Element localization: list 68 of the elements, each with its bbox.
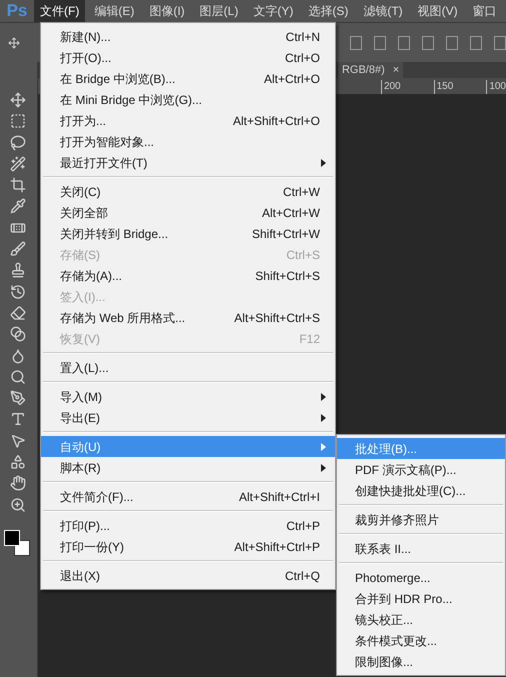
- menu-item[interactable]: 退出(X) Ctrl+Q: [41, 565, 335, 586]
- submenu-arrow-icon: [321, 414, 326, 422]
- ruler-mark: 150: [434, 80, 454, 94]
- menu-item[interactable]: 置入(L)...: [41, 357, 335, 378]
- menu-title[interactable]: 文字(Y): [247, 0, 300, 22]
- menu-item[interactable]: 打开(O)... Ctrl+O: [41, 47, 335, 68]
- menu-item[interactable]: Photomerge...: [337, 567, 505, 588]
- menu-item[interactable]: 新建(N)... Ctrl+N: [41, 26, 335, 47]
- menu-item[interactable]: 限制图像...: [337, 651, 505, 672]
- close-tab-button[interactable]: ×: [392, 62, 400, 78]
- menu-title[interactable]: 选择(S): [302, 0, 354, 22]
- move-tool-icon[interactable]: [10, 92, 26, 108]
- menu-item[interactable]: 打印一份(Y) Alt+Shift+Ctrl+P: [41, 536, 335, 557]
- document-tab[interactable]: RGB/8#) ×: [338, 62, 404, 78]
- menu-item[interactable]: 导出(E): [41, 407, 335, 428]
- menu-item[interactable]: 条件模式更改...: [337, 630, 505, 651]
- menu-item[interactable]: 文件简介(F)... Alt+Shift+Ctrl+I: [41, 486, 335, 507]
- color-swatches-icon[interactable]: [4, 530, 32, 558]
- pen-tool-icon[interactable]: [10, 390, 26, 406]
- menu-title[interactable]: 视图(V): [412, 0, 464, 22]
- menu-item[interactable]: 裁剪并修齐照片: [337, 509, 505, 530]
- menu-item[interactable]: 脚本(R): [41, 457, 335, 478]
- menu-item[interactable]: 存储为 Web 所用格式... Alt+Shift+Ctrl+S: [41, 307, 335, 328]
- stamp-tool-icon[interactable]: [10, 262, 26, 278]
- menu-item[interactable]: 在 Bridge 中浏览(B)... Alt+Ctrl+O: [41, 68, 335, 89]
- zoom-tool-icon[interactable]: [10, 496, 26, 513]
- menu-item[interactable]: 关闭全部 Alt+Ctrl+W: [41, 202, 335, 223]
- menu-title[interactable]: 滤镜(T): [357, 0, 409, 22]
- move-tool-icon[interactable]: [8, 34, 20, 50]
- menu-title[interactable]: 窗口: [466, 0, 503, 22]
- menu-item[interactable]: 联系表 II...: [337, 538, 505, 559]
- menu-item[interactable]: 关闭(C) Ctrl+W: [41, 181, 335, 202]
- menu-item[interactable]: 创建快捷批处理(C)...: [337, 480, 505, 501]
- submenu-arrow-icon: [321, 158, 326, 166]
- menu-item[interactable]: 导入(M): [41, 386, 335, 407]
- menu-item[interactable]: 存储为(A)... Shift+Ctrl+S: [41, 265, 335, 286]
- menu-item[interactable]: 关闭并转到 Bridge... Shift+Ctrl+W: [41, 223, 335, 244]
- submenu-arrow-icon: [321, 464, 326, 472]
- wand-tool-icon[interactable]: [10, 156, 26, 172]
- document-title: RGB/8#): [342, 62, 385, 78]
- menu-title[interactable]: 文件(F): [34, 0, 86, 22]
- type-tool-icon[interactable]: [10, 411, 26, 428]
- menu-item[interactable]: 打开为... Alt+Shift+Ctrl+O: [41, 110, 335, 131]
- crop-tool-icon[interactable]: [10, 177, 26, 194]
- menu-item[interactable]: 最近打开文件(T): [41, 152, 335, 173]
- lasso-tool-icon[interactable]: [10, 134, 26, 151]
- menu-item[interactable]: PDF 演示文稿(P)...: [337, 459, 505, 480]
- menu-item[interactable]: 打开为智能对象...: [41, 131, 335, 152]
- menu-title[interactable]: 图层(L): [194, 0, 244, 22]
- menu-item[interactable]: 在 Mini Bridge 中浏览(G)...: [41, 89, 335, 110]
- eyedropper-tool-icon[interactable]: [10, 198, 26, 214]
- brush-tool-icon[interactable]: [10, 241, 26, 258]
- ruler-mark: 100: [486, 80, 506, 94]
- menu-item[interactable]: 镜头校正...: [337, 609, 505, 630]
- submenu-arrow-icon: [321, 392, 326, 400]
- menu-title[interactable]: 编辑(E): [88, 0, 140, 22]
- drop-tool-icon[interactable]: [10, 348, 26, 364]
- app-logo: Ps: [6, 0, 28, 22]
- ruler-mark: 200: [380, 80, 401, 94]
- hand-tool-icon[interactable]: [10, 475, 26, 492]
- menu-title[interactable]: 图像(I): [143, 0, 191, 22]
- submenu-arrow-icon: [321, 442, 326, 450]
- menu-item[interactable]: 打印(P)... Ctrl+P: [41, 515, 335, 536]
- eraser-tool-icon[interactable]: [10, 304, 26, 321]
- marquee-tool-icon[interactable]: [10, 113, 26, 130]
- menu-item[interactable]: 合并到 HDR Pro...: [337, 588, 505, 609]
- pointer-tool-icon[interactable]: [10, 432, 26, 449]
- shape-tool-icon[interactable]: [10, 454, 26, 470]
